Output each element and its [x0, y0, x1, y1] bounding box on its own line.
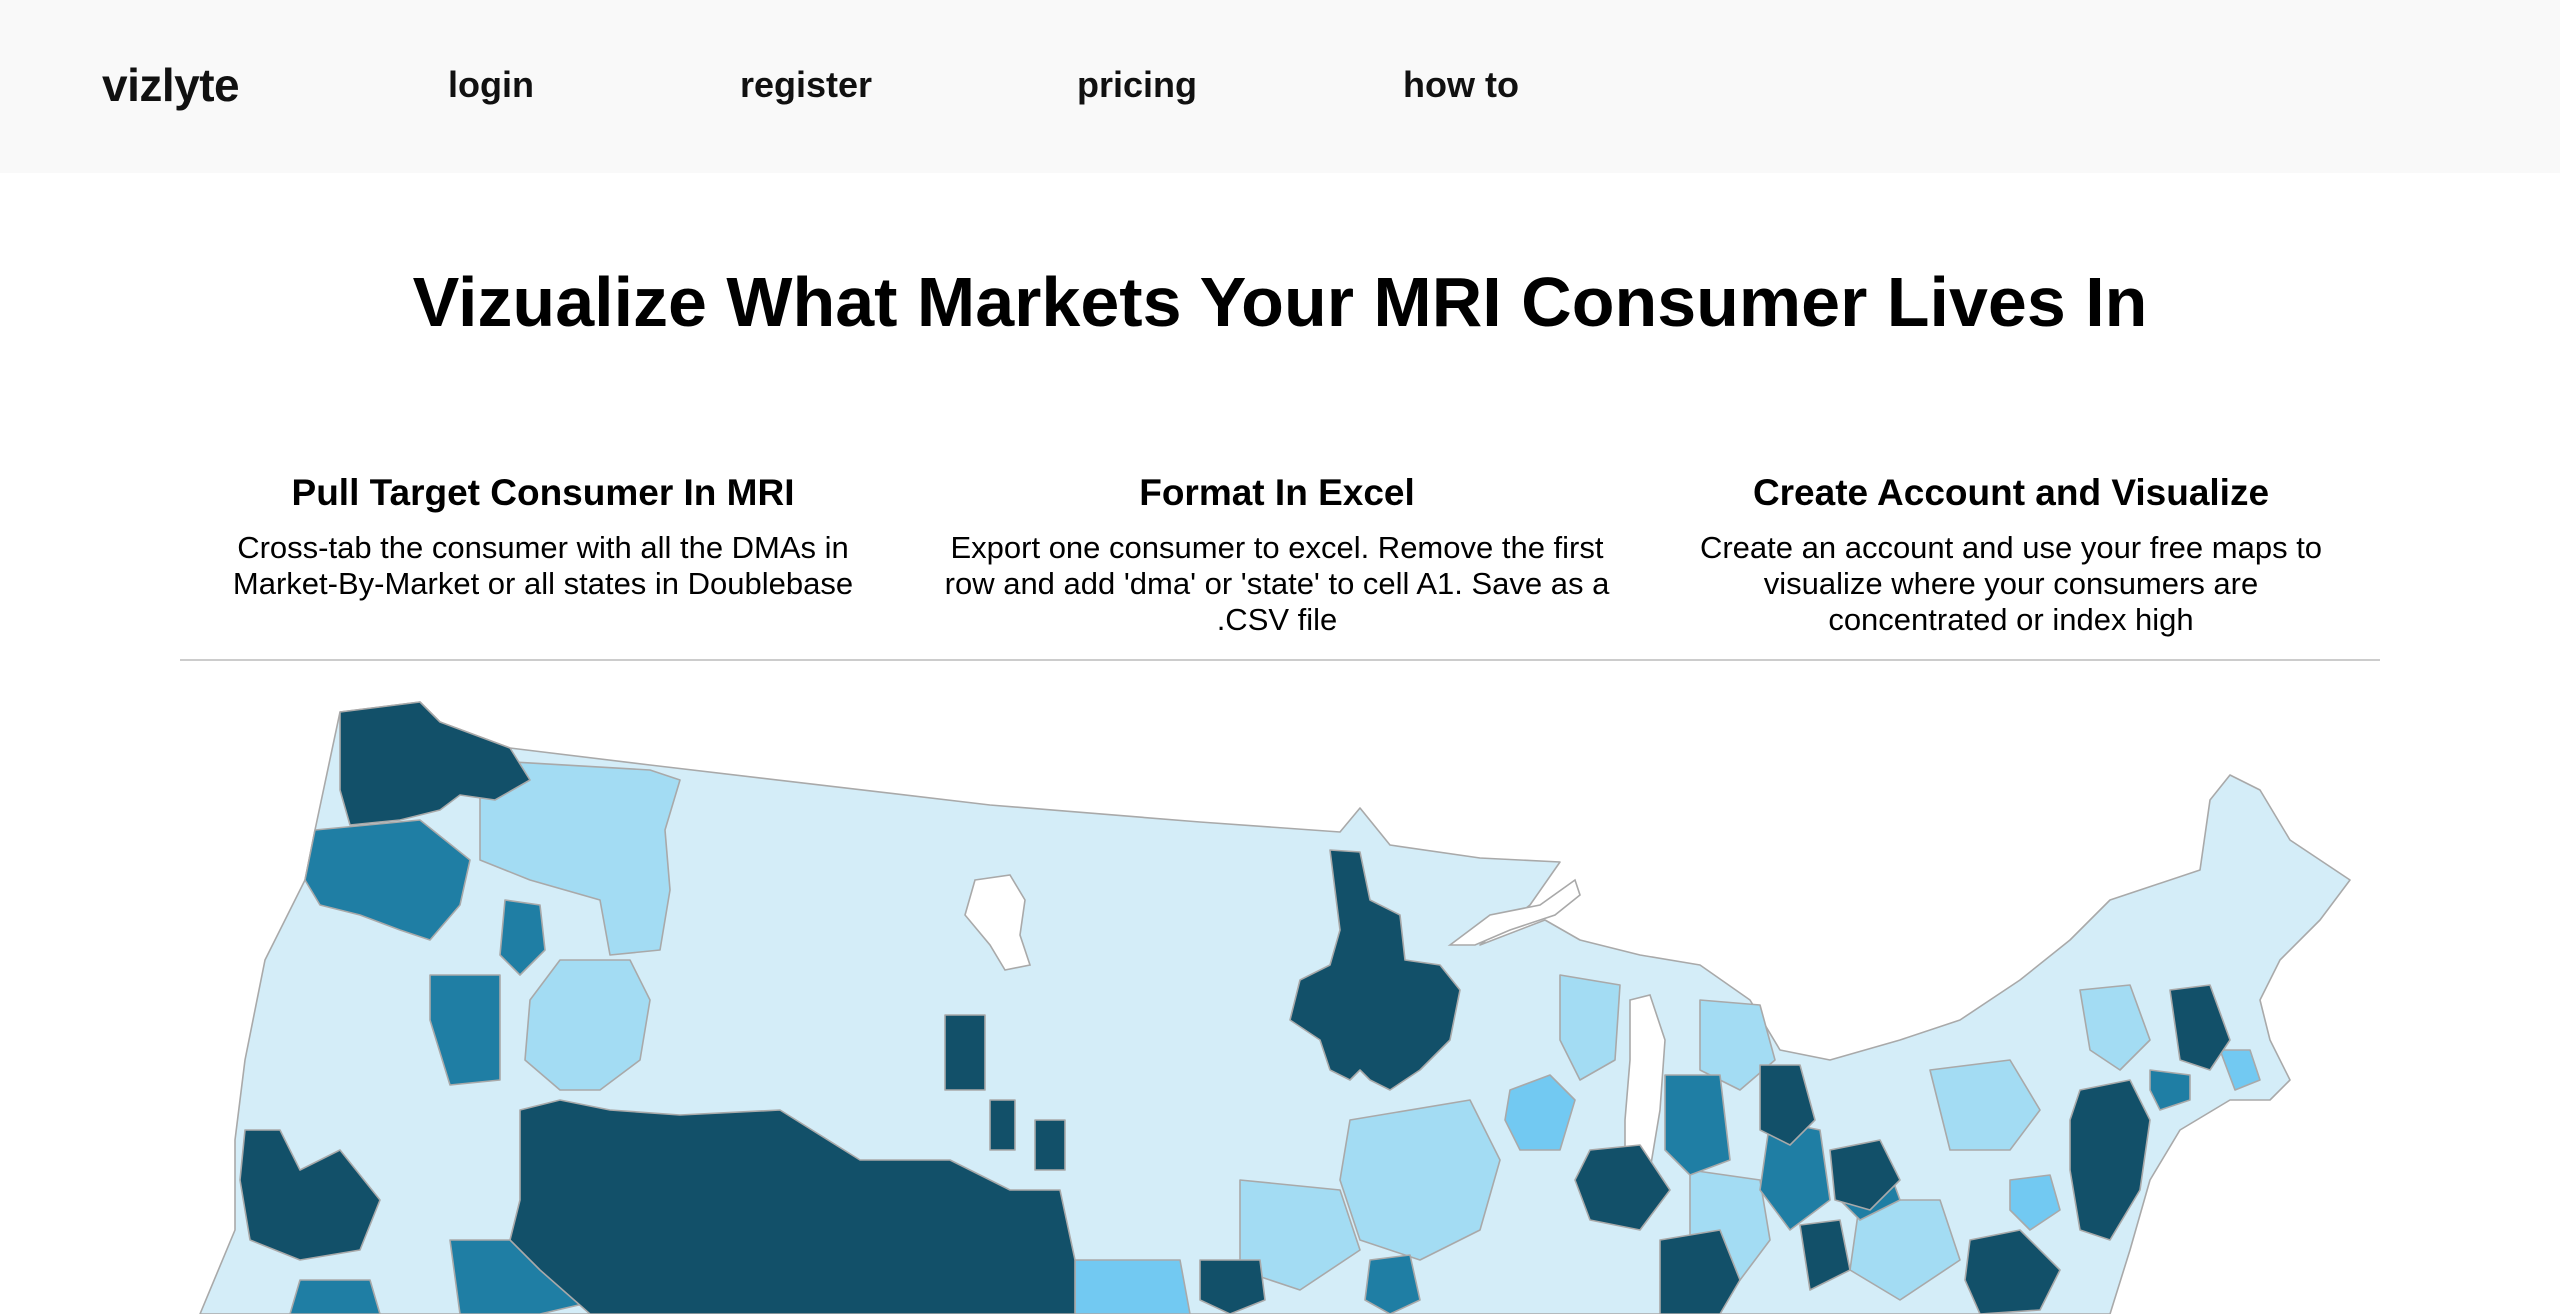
step-title: Create Account and Visualize — [1752, 472, 2270, 513]
us-dma-choropleth-map[interactable] — [0, 660, 2560, 1314]
dma-oklahoma — [1074, 1259, 1191, 1314]
map-svg[interactable] — [0, 660, 2560, 1314]
dma-omaha-left — [989, 1099, 1016, 1151]
nav-register-link[interactable]: register — [740, 64, 872, 106]
step-pull-target-consumer: Pull Target Consumer In MRI Cross-tab th… — [203, 470, 883, 602]
top-navigation-bar: vizlyte login register pricing how to — [0, 0, 2560, 173]
step-description: Export one consumer to excel. Remove the… — [944, 530, 1610, 637]
nav-login-link[interactable]: login — [448, 64, 534, 106]
step-title: Pull Target Consumer In MRI — [291, 472, 795, 513]
nav-pricing-link[interactable]: pricing — [1077, 64, 1197, 106]
page-title: Vizualize What Markets Your MRI Consumer… — [412, 263, 2148, 341]
step-create-account: Create Account and Visualize Create an a… — [1671, 470, 2351, 638]
step-title: Format In Excel — [1139, 472, 1415, 513]
brand-logo-link[interactable]: vizlyte — [102, 58, 240, 112]
dma-michigan-grand-rapids — [1664, 1074, 1731, 1176]
dma-rapid-city — [944, 1014, 986, 1091]
nav-how-to-link[interactable]: how to — [1403, 64, 1519, 106]
step-description: Cross-tab the consumer with all the DMAs… — [232, 530, 854, 601]
dma-north-platte — [1034, 1119, 1066, 1171]
dma-south-cal — [289, 1279, 381, 1314]
step-description: Create an account and use your free maps… — [1699, 530, 2323, 637]
step-format-in-excel: Format In Excel Export one consumer to e… — [937, 470, 1617, 638]
